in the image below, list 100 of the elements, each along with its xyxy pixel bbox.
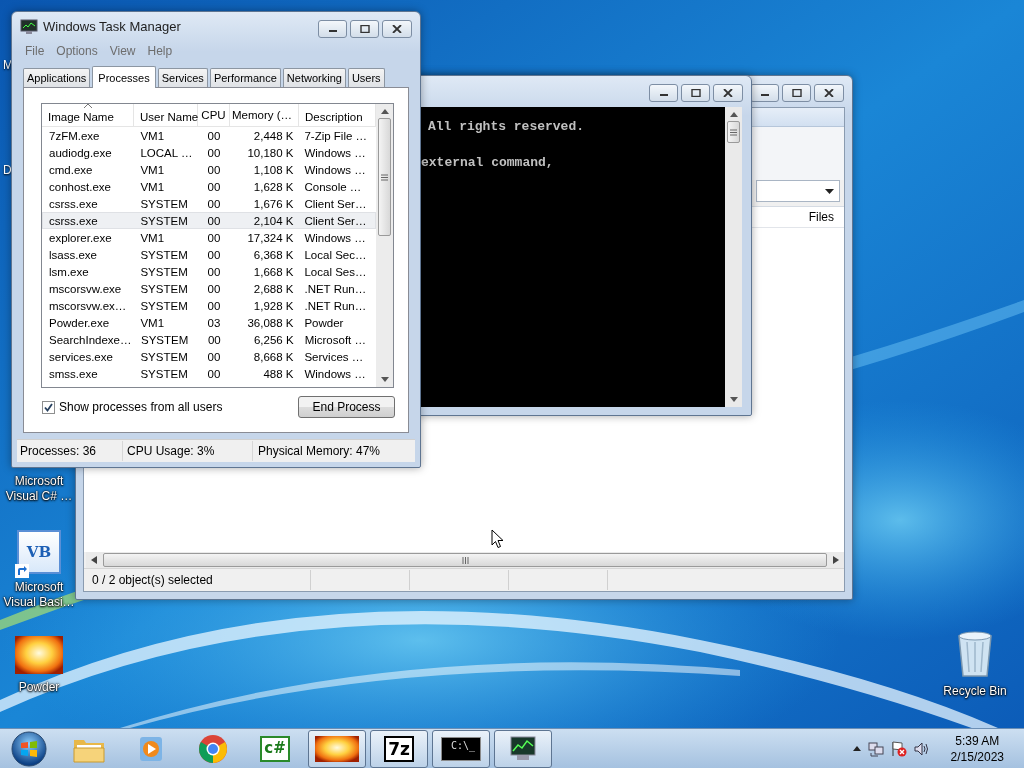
process-row[interactable]: Powder.exe VM1 03 36,088 K Powder — [42, 314, 376, 331]
table-cell-text: lsass.exe — [48, 248, 98, 261]
icon-label: D — [3, 163, 12, 177]
process-row[interactable]: csrss.exe SYSTEM 00 1,676 K Client Ser… — [42, 195, 376, 212]
table-cell-text: VM1 — [139, 231, 166, 244]
minimize-button[interactable] — [318, 20, 347, 38]
tab[interactable]: Performance — [209, 68, 281, 87]
icon-label[interactable]: Recycle Bin — [943, 684, 1007, 699]
icon-label[interactable]: Microsoft Visual C# … — [5, 474, 73, 504]
taskbar-powder-button[interactable] — [308, 729, 366, 768]
process-row[interactable]: audiodg.exe LOCAL … 00 10,180 K Windows … — [42, 144, 376, 161]
maximize-icon — [791, 89, 802, 97]
speaker-icon[interactable] — [913, 740, 930, 757]
scrollbar-thumb[interactable] — [378, 118, 391, 236]
clock[interactable]: 5:39 AM 2/15/2023 — [950, 732, 1004, 765]
process-row[interactable]: mscorsvw.exe SYSTEM 00 2,688 K .NET Run… — [42, 280, 376, 297]
process-row[interactable]: 7zFM.exe VM1 00 2,448 K 7-Zip File … — [42, 127, 376, 144]
menu-item[interactable]: View — [103, 44, 142, 58]
column-header[interactable]: Memory (… — [230, 104, 299, 126]
scroll-up-icon[interactable] — [380, 109, 389, 114]
table-cell-text: Windows … — [303, 231, 367, 244]
close-button[interactable] — [713, 84, 743, 102]
scroll-down-icon[interactable] — [380, 377, 389, 382]
checkbox[interactable] — [42, 400, 55, 414]
menu-item[interactable]: File — [19, 44, 51, 58]
table-cell-text: 36,088 K — [246, 316, 295, 329]
table-cell-text: SYSTEM — [139, 214, 189, 227]
tab[interactable]: Services — [157, 68, 208, 87]
maximize-button[interactable] — [782, 84, 811, 102]
process-row[interactable]: conhost.exe VM1 00 1,628 K Console … — [42, 178, 376, 195]
column-heading[interactable]: Files — [808, 210, 834, 224]
process-row[interactable]: mscorsvw.ex… SYSTEM 00 1,928 K .NET Run… — [42, 297, 376, 314]
table-cell-text: 00 — [206, 231, 222, 244]
monitor-icon — [20, 19, 38, 35]
close-button[interactable] — [382, 20, 412, 38]
tab[interactable]: Users — [347, 68, 385, 87]
process-row[interactable]: lsass.exe SYSTEM 00 6,368 K Local Sec… — [42, 246, 376, 263]
table-cell-text: SYSTEM — [139, 299, 189, 312]
scroll-down-icon[interactable] — [729, 397, 738, 402]
scrollbar-thumb[interactable] — [727, 121, 740, 143]
scroll-up-icon[interactable] — [729, 112, 738, 117]
scrollbar-thumb[interactable] — [103, 553, 827, 567]
menu-item[interactable]: Options — [50, 44, 104, 58]
checkbox-label[interactable]: Show processes from all users — [59, 400, 223, 414]
dropdown-field[interactable] — [756, 180, 840, 202]
console-line: All rights reserved. — [428, 118, 585, 136]
tab[interactable]: Networking — [282, 68, 346, 87]
taskbar-csharp-button[interactable]: c# — [246, 729, 304, 768]
column-header[interactable]: Image Name — [42, 104, 134, 126]
table-cell-text: 7zFM.exe — [48, 129, 101, 142]
close-icon — [723, 89, 733, 97]
scroll-right-icon[interactable] — [833, 556, 839, 564]
column-header[interactable]: CPU — [198, 104, 230, 126]
process-row[interactable]: SearchIndexe… SYSTEM 00 6,256 K Microsoft … — [42, 331, 376, 348]
horizontal-scrollbar[interactable] — [86, 552, 844, 568]
minimize-button[interactable] — [750, 84, 779, 102]
table-cell-text: explorer.exe — [48, 231, 113, 244]
table-cell-text: mscorsvw.exe — [48, 282, 123, 295]
network-icon[interactable] — [867, 740, 884, 757]
maximize-icon — [690, 89, 701, 97]
maximize-button[interactable] — [681, 84, 710, 102]
table-cell-text: 00 — [206, 146, 222, 159]
process-row[interactable]: smss.exe SYSTEM 00 488 K Windows … — [42, 365, 376, 382]
flag-icon[interactable] — [890, 740, 907, 757]
vertical-scrollbar[interactable] — [376, 104, 393, 387]
table-cell-text: SYSTEM — [139, 367, 189, 380]
table-cell-text: .NET Run… — [303, 282, 368, 295]
process-row[interactable]: explorer.exe VM1 00 17,324 K Windows … — [42, 229, 376, 246]
recycle-bin-icon[interactable] — [955, 630, 995, 678]
console-line: external command, — [421, 154, 554, 172]
table-cell-text: 1,628 K — [252, 180, 295, 193]
maximize-button[interactable] — [350, 20, 379, 38]
table-cell-text: 488 K — [262, 367, 295, 380]
taskbar-cmd-button[interactable]: C:\_ — [432, 729, 490, 768]
table-cell-text: VM1 — [139, 163, 166, 176]
table-cell-text: 00 — [206, 282, 222, 295]
zip-icon: 7z — [384, 735, 414, 762]
process-row[interactable]: services.exe SYSTEM 00 8,668 K Services … — [42, 348, 376, 365]
column-header[interactable]: User Name — [134, 104, 198, 126]
close-button[interactable] — [814, 84, 844, 102]
tab[interactable]: Processes — [92, 66, 156, 88]
tab[interactable]: Applications — [23, 68, 91, 87]
table-cell-text: mscorsvw.ex… — [48, 299, 128, 312]
close-icon — [392, 25, 402, 33]
process-row[interactable]: cmd.exe VM1 00 1,108 K Windows … — [42, 161, 376, 178]
scroll-left-icon[interactable] — [91, 556, 97, 564]
show-hidden-icons-icon[interactable] — [852, 746, 861, 751]
fireball-icon[interactable] — [15, 636, 63, 674]
menu-item[interactable]: Help — [141, 44, 179, 58]
start-button[interactable] — [11, 730, 47, 767]
process-row[interactable]: csrss.exe SYSTEM 00 2,104 K Client Ser… — [42, 212, 376, 229]
minimize-button[interactable] — [649, 84, 678, 102]
process-row[interactable]: lsm.exe SYSTEM 00 1,668 K Local Ses… — [42, 263, 376, 280]
taskbar-zip-button[interactable]: 7z — [370, 729, 428, 768]
table-cell-text: Client Ser… — [303, 214, 368, 227]
taskbar-taskmgr-button[interactable] — [494, 729, 552, 768]
table-cell-text: 2,688 K — [252, 282, 295, 295]
column-heading: Description — [305, 110, 363, 123]
vertical-scrollbar[interactable] — [725, 107, 742, 407]
end-process-button[interactable]: End Process — [298, 396, 395, 418]
